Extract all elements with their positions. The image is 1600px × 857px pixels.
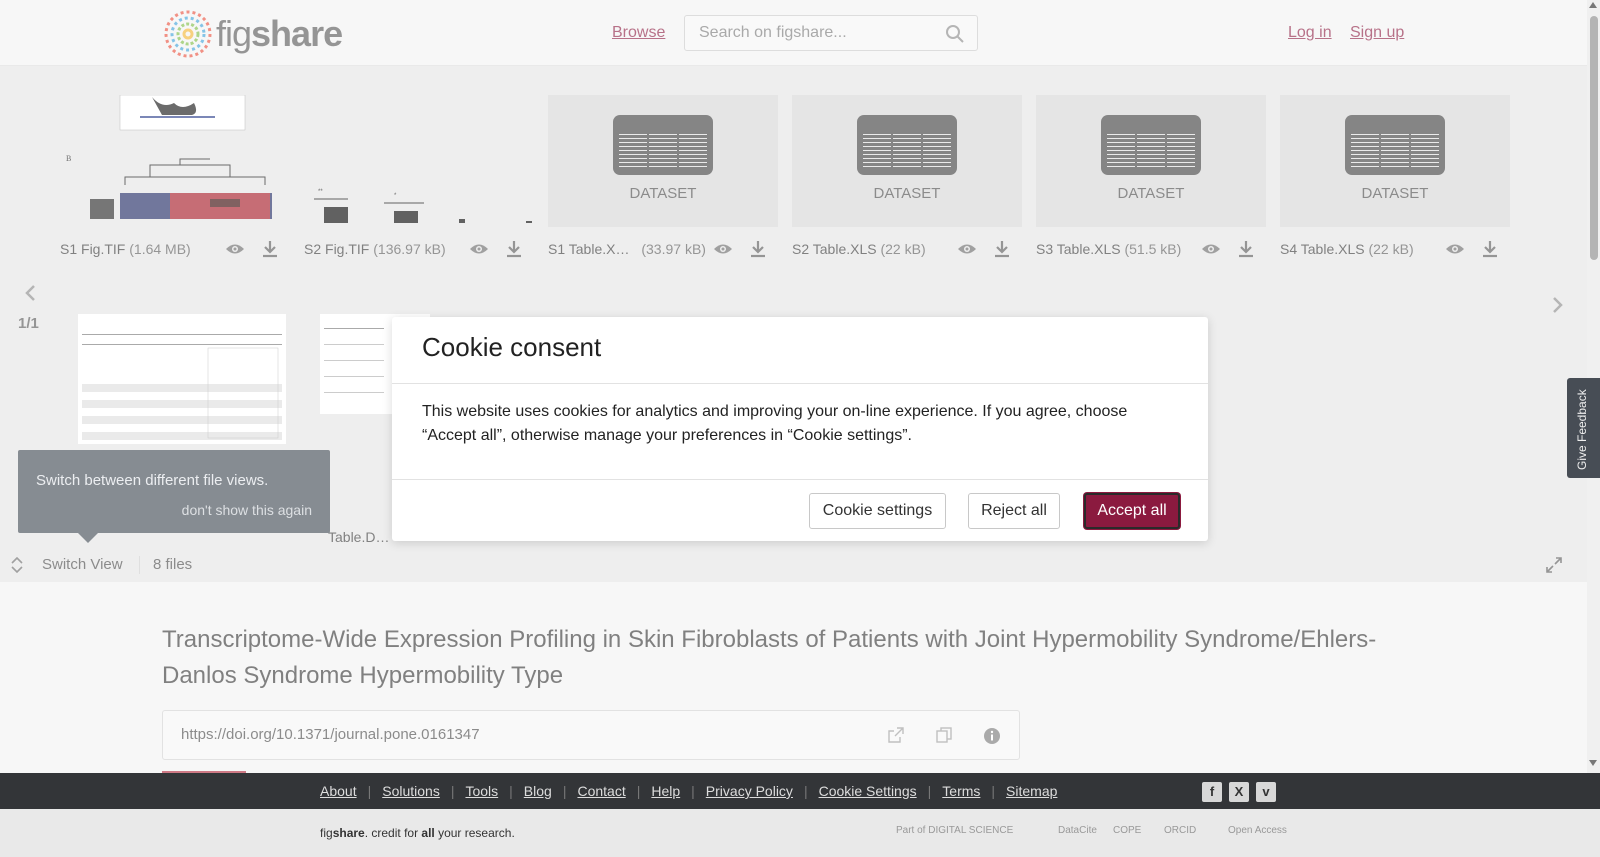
digital-science-logo[interactable]: Part of DIGITAL SCIENCE (896, 825, 1013, 849)
vimeo-icon[interactable]: v (1256, 782, 1276, 802)
scroll-thumb[interactable] (1590, 16, 1598, 260)
scroll-down-arrow-icon[interactable] (1589, 760, 1597, 766)
cope-logo[interactable]: COPE (1113, 825, 1141, 849)
footer-links: About | Solutions | Tools | Blog | Contact | … (320, 783, 1057, 799)
footer-link-cookie-settings[interactable]: Cookie Settings (819, 783, 917, 799)
dialog-body: This website uses cookies for analytics … (422, 403, 1128, 444)
separator: | (636, 783, 641, 799)
datacite-logo[interactable]: DataCite (1058, 825, 1097, 849)
separator: | (691, 783, 695, 799)
accept-all-button[interactable]: Accept all (1084, 493, 1180, 529)
orcid-logo[interactable]: ORCID (1164, 825, 1196, 849)
footer-link-solutions[interactable]: Solutions (382, 783, 440, 799)
separator: | (562, 783, 567, 799)
footer-link-blog[interactable]: Blog (524, 783, 552, 799)
separator: | (367, 783, 372, 799)
dialog-title: Cookie consent (422, 332, 602, 362)
separator: | (509, 783, 513, 799)
separator: | (991, 783, 996, 799)
footer-link-tools[interactable]: Tools (465, 783, 498, 799)
divider (392, 479, 1208, 480)
footer-nav: About | Solutions | Tools | Blog | Contact | … (0, 773, 1600, 809)
x-icon[interactable]: X (1229, 782, 1249, 802)
footer-link-terms[interactable]: Terms (942, 783, 980, 799)
scroll-up-arrow-icon[interactable] (1589, 2, 1597, 8)
divider (392, 383, 1208, 384)
facebook-icon[interactable]: f (1202, 782, 1222, 802)
footer-bottom: figshare. credit for all your research. … (0, 809, 1600, 857)
cookie-settings-button[interactable]: Cookie settings (809, 493, 946, 529)
footer-tagline: figshare. credit for all your research. (320, 826, 515, 840)
footer-link-help[interactable]: Help (651, 783, 680, 799)
cookie-consent-dialog: Cookie consent This website uses cookies… (392, 317, 1208, 541)
separator: | (450, 783, 455, 799)
footer-link-about[interactable]: About (320, 783, 357, 799)
footer-link-sitemap[interactable]: Sitemap (1006, 783, 1057, 799)
open-access-logo[interactable]: Open Access (1228, 825, 1287, 849)
give-feedback-tab[interactable]: Give Feedback (1567, 378, 1600, 478)
separator: | (803, 783, 808, 799)
footer-link-contact[interactable]: Contact (577, 783, 625, 799)
reject-all-button[interactable]: Reject all (968, 493, 1060, 529)
footer-link-privacy[interactable]: Privacy Policy (706, 783, 793, 799)
separator: | (927, 783, 932, 799)
feedback-label: Give Feedback (1575, 389, 1589, 470)
